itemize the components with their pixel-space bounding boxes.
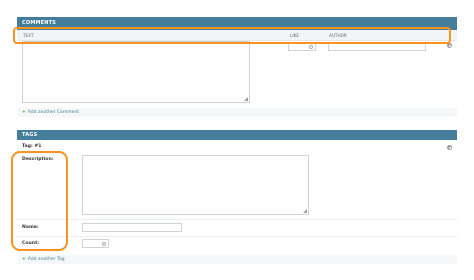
comment-author-input[interactable] (328, 43, 426, 51)
add-tag-row[interactable]: + Add another Tag (17, 255, 457, 264)
field-divider (17, 236, 457, 237)
tags-section-header: TAGS (17, 130, 457, 140)
comments-header-title: COMMENTS (22, 20, 57, 26)
add-icon: + (22, 110, 26, 115)
tag-item-title: Tag: #1 (22, 144, 42, 149)
delete-tag-icon[interactable] (447, 145, 452, 150)
add-icon: + (22, 257, 26, 262)
comment-like-stepper[interactable] (288, 43, 316, 51)
comment-text-textarea[interactable] (22, 41, 250, 103)
spinner-icon[interactable] (309, 45, 313, 49)
add-tag-link[interactable]: Add another Tag (28, 257, 65, 262)
spinner-icon[interactable] (102, 242, 106, 246)
field-divider (17, 219, 457, 220)
resize-grip-icon[interactable] (244, 97, 248, 101)
tag-count-stepper[interactable] (82, 239, 109, 248)
add-comment-row[interactable]: + Add another Comment (17, 108, 457, 117)
columns-highlight-box (13, 27, 451, 44)
fields-highlight-box (11, 151, 68, 251)
add-comment-link[interactable]: Add another Comment (28, 110, 79, 115)
tag-description-textarea[interactable] (82, 155, 309, 215)
resize-grip-icon[interactable] (303, 209, 307, 213)
tags-header-title: TAGS (22, 132, 38, 138)
tag-name-input[interactable] (82, 223, 182, 232)
